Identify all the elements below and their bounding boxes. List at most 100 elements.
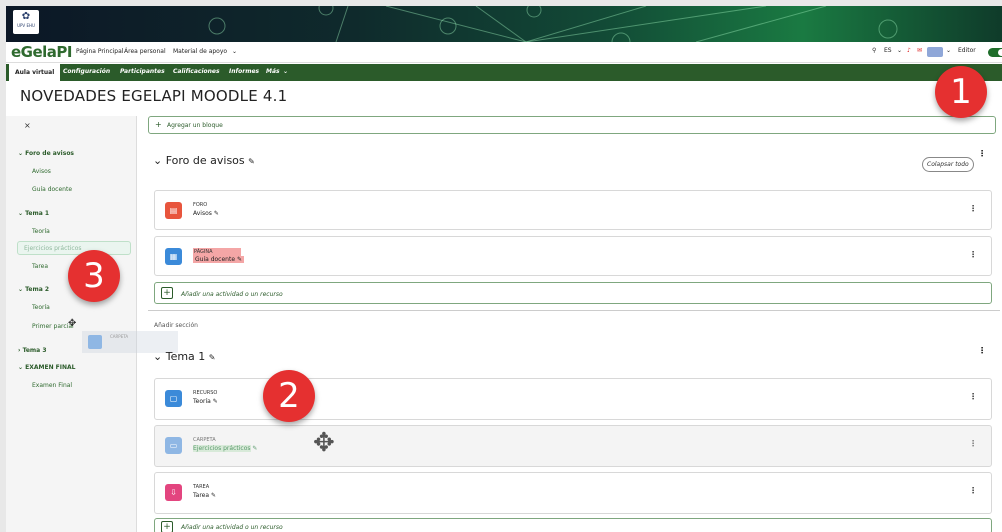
editor-label: Editor: [958, 47, 976, 54]
site-brand[interactable]: eGelaPI: [11, 42, 73, 63]
folder-icon: [88, 335, 102, 349]
ghost-type: CARPETA: [110, 334, 129, 339]
activity-card-pagina[interactable]: ▦ PÁGINA Guía docente ✎ ⋮: [154, 236, 992, 276]
callout-badge-2: 2: [263, 370, 315, 422]
add-activity-label: Añadir una actividad o un recurso: [181, 524, 283, 531]
sidebar-item-label: Tema 1: [25, 210, 50, 217]
course-tabs: Aula virtual Configuración Participantes…: [6, 64, 1002, 81]
tab-aula-virtual[interactable]: Aula virtual: [9, 64, 61, 81]
activity-type: PÁGINA: [193, 248, 241, 256]
activity-menu-icon[interactable]: ⋮: [969, 486, 977, 495]
move-icon[interactable]: ✥: [313, 428, 335, 458]
nav-link-support[interactable]: Material de apoyo: [173, 48, 227, 55]
drag-cursor-icon: ✥: [68, 318, 77, 329]
plus-icon: +: [161, 287, 173, 299]
sidebar-item-tarea[interactable]: Tarea: [32, 263, 48, 270]
activity-type: RECURSO: [193, 390, 218, 396]
search-icon[interactable]: ⚲: [872, 47, 876, 54]
edit-mode-toggle[interactable]: [988, 48, 1002, 57]
logo-symbol-icon: ✿: [21, 11, 31, 22]
sidebar-item-label: Tema 2: [25, 286, 50, 293]
activity-name[interactable]: Teoría ✎: [193, 398, 218, 405]
messages-icon[interactable]: ✉: [917, 47, 922, 54]
activity-name-label: Avisos: [193, 210, 212, 217]
add-activity-button-2[interactable]: + Añadir una actividad o un recurso: [154, 518, 992, 532]
add-block-label: Agregar un bloque: [167, 122, 223, 129]
activity-name[interactable]: Guía docente ✎: [193, 256, 244, 263]
section-title-label: Tema 1: [165, 350, 206, 363]
tab-calificaciones[interactable]: Calificaciones: [173, 68, 220, 75]
add-activity-button[interactable]: + Añadir una actividad o un recurso: [154, 282, 992, 304]
sidebar-section-tema2[interactable]: ⌄ Tema 2: [18, 286, 49, 293]
activity-name[interactable]: Tarea ✎: [193, 492, 216, 499]
add-section-link[interactable]: Añadir sección: [154, 322, 198, 329]
activity-card-tarea[interactable]: ⇩ TAREA Tarea ✎ ⋮: [154, 472, 992, 514]
forum-icon: ▤: [165, 202, 182, 219]
language-selector[interactable]: ES: [884, 47, 892, 54]
activity-name[interactable]: Avisos ✎: [193, 210, 219, 217]
edit-pencil-icon[interactable]: ✎: [209, 353, 216, 362]
tab-participantes[interactable]: Participantes: [120, 68, 165, 75]
nav-link-home[interactable]: Página Principal: [76, 48, 123, 55]
chevron-down-icon[interactable]: ⌄: [946, 47, 951, 54]
banner-graphic: [208, 6, 898, 42]
avatar[interactable]: [927, 47, 943, 57]
university-logo[interactable]: ✿ UPV EHU: [13, 10, 39, 34]
edit-pencil-icon[interactable]: ✎: [248, 157, 255, 166]
collapse-all-button[interactable]: Colapsar todo: [922, 157, 974, 172]
activity-type: CARPETA: [193, 437, 216, 443]
chevron-down-icon[interactable]: ⌄: [897, 47, 902, 54]
sidebar-item-teoria-2[interactable]: Teoría: [32, 304, 50, 311]
assignment-icon: ⇩: [165, 484, 182, 501]
activity-type: FORO: [193, 202, 208, 208]
logo-text: UPV EHU: [17, 23, 35, 28]
activity-menu-icon[interactable]: ⋮: [969, 250, 977, 259]
sidebar-item-label: EXAMEN FINAL: [25, 364, 76, 371]
activity-menu-icon[interactable]: ⋮: [969, 204, 977, 213]
activity-name-label: Ejercicios prácticos: [193, 445, 251, 452]
activity-name[interactable]: Ejercicios prácticos ✎: [193, 445, 257, 452]
page-icon: ▦: [165, 248, 182, 265]
edit-pencil-icon[interactable]: ✎: [213, 398, 218, 405]
notifications-icon[interactable]: ♪: [907, 47, 911, 54]
activity-menu-icon[interactable]: ⋮: [969, 439, 977, 448]
activity-menu-icon[interactable]: ⋮: [969, 392, 977, 401]
section-divider: [148, 310, 1000, 311]
section-title-foro[interactable]: ⌄ Foro de avisos ✎: [153, 154, 255, 167]
sidebar-section-foro[interactable]: ⌄ Foro de avisos: [18, 150, 74, 157]
sidebar-section-tema1[interactable]: ⌄ Tema 1: [18, 210, 49, 217]
callout-badge-1: 1: [935, 66, 987, 118]
chevron-down-icon[interactable]: ⌄: [232, 48, 237, 55]
tab-configuracion[interactable]: Configuración: [63, 68, 110, 75]
close-icon[interactable]: ×: [24, 121, 31, 130]
sidebar-item-guia[interactable]: Guía docente: [32, 186, 72, 193]
edit-pencil-icon[interactable]: ✎: [252, 445, 257, 452]
sidebar-item-ejercicios[interactable]: Ejercicios prácticos: [17, 241, 131, 255]
section-title-tema1[interactable]: ⌄ Tema 1 ✎: [153, 350, 216, 363]
plus-icon: +: [155, 120, 162, 129]
sidebar-item-label: Tema 3: [22, 347, 47, 354]
add-block-button[interactable]: + Agregar un bloque: [148, 116, 996, 134]
sidebar-item-examen-final[interactable]: Examen Final: [32, 382, 72, 389]
sidebar-item-teoria[interactable]: Teoría: [32, 228, 50, 235]
nav-link-dashboard[interactable]: Área personal: [124, 48, 166, 55]
tab-informes[interactable]: Informes: [229, 68, 259, 75]
file-icon: ▢: [165, 390, 182, 407]
section-menu-icon[interactable]: ⋮: [978, 149, 986, 158]
folder-icon: ▭: [165, 437, 182, 454]
plus-icon: +: [161, 521, 173, 532]
chevron-down-icon[interactable]: ⌄: [283, 68, 288, 75]
edit-pencil-icon[interactable]: ✎: [211, 492, 216, 499]
section-title-label: Foro de avisos: [165, 154, 245, 167]
tab-mas[interactable]: Más: [266, 68, 280, 75]
sidebar-item-avisos[interactable]: Avisos: [32, 168, 51, 175]
sidebar-section-examen[interactable]: ⌄ EXAMEN FINAL: [18, 364, 76, 371]
edit-pencil-icon[interactable]: ✎: [237, 256, 242, 263]
activity-card-carpeta[interactable]: ▭ CARPETA Ejercicios prácticos ✎ ✥ ⋮: [154, 425, 992, 467]
add-activity-label: Añadir una actividad o un recurso: [181, 291, 283, 298]
edit-pencil-icon[interactable]: ✎: [214, 210, 219, 217]
section-menu-icon[interactable]: ⋮: [978, 346, 986, 355]
sidebar-section-tema3[interactable]: › Tema 3: [18, 347, 47, 354]
activity-card-foro[interactable]: ▤ FORO Avisos ✎ ⋮: [154, 190, 992, 230]
header-banner: ✿ UPV EHU: [6, 6, 1002, 42]
